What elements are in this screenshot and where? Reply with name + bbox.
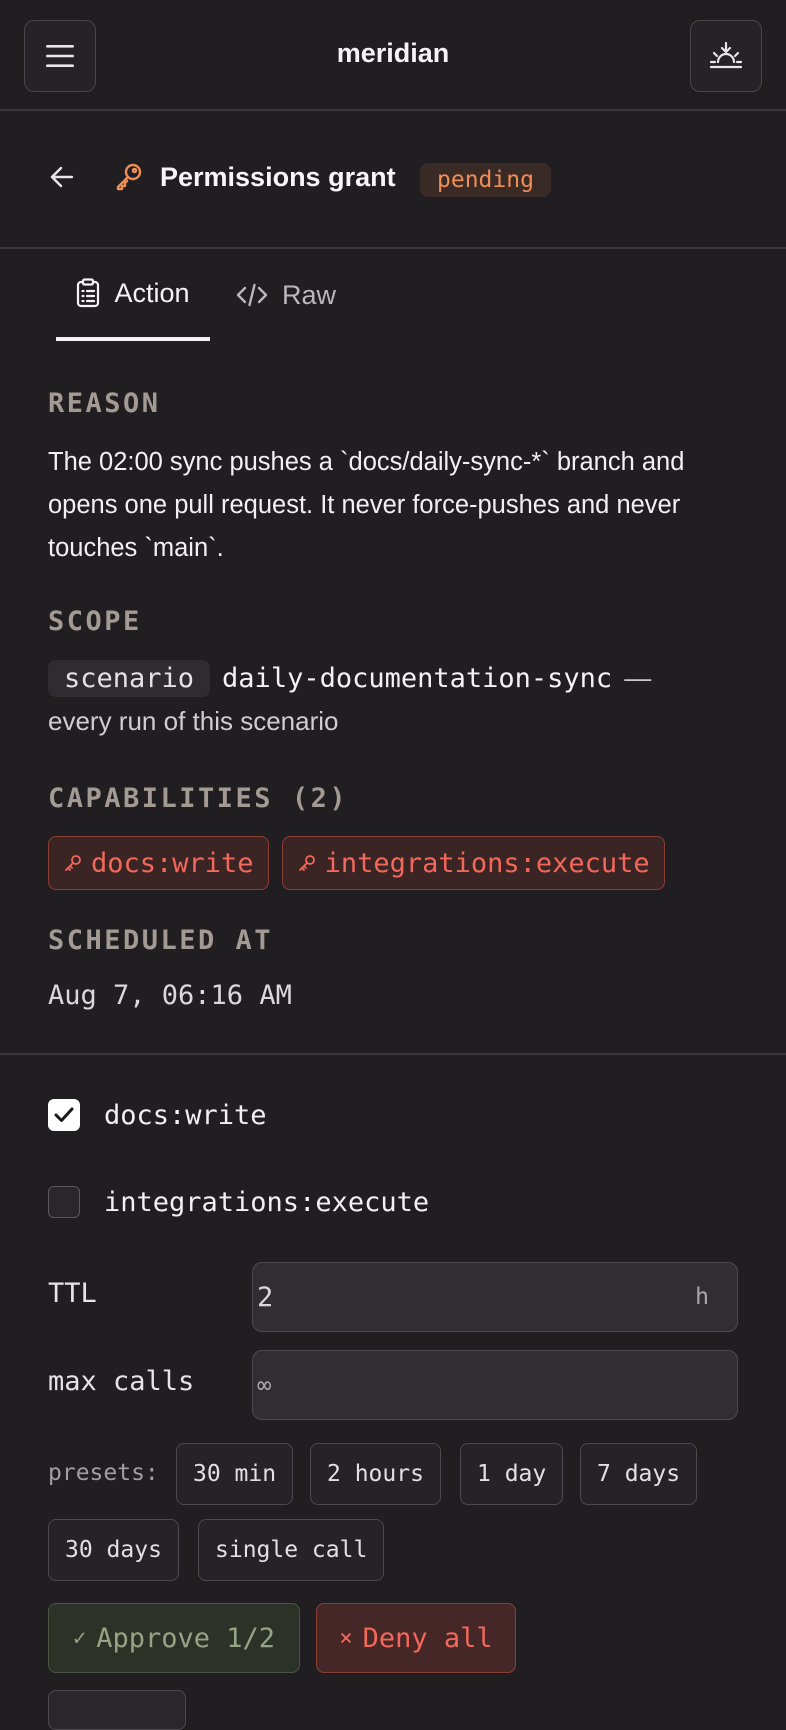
- ttl-value: 2: [257, 1281, 274, 1313]
- scope-description: every run of this scenario: [48, 706, 339, 736]
- check-icon: [54, 1107, 74, 1122]
- scheduled-label: SCHEDULED AT: [48, 925, 274, 956]
- sunrise-icon: [709, 41, 743, 69]
- tab-raw-label: Raw: [282, 279, 337, 310]
- capabilities-label: CAPABILITIES (2): [48, 783, 349, 814]
- scheduled-value: Aug 7, 06:16 AM: [48, 980, 292, 1011]
- grant-header: Permissions grant pending: [0, 111, 786, 249]
- reason-text: The 02:00 sync pushes a `docs/daily-sync…: [48, 448, 685, 562]
- preset-1-day-button[interactable]: 1 day: [460, 1443, 564, 1505]
- checkbox-unchecked[interactable]: [48, 1186, 80, 1218]
- app-title: meridian: [336, 38, 450, 68]
- capability-chip: integrations:execute: [281, 836, 665, 890]
- clipboard-icon: [77, 278, 100, 308]
- code-icon: [236, 283, 268, 307]
- check-icon: ✓: [72, 1625, 87, 1651]
- scope-label: SCOPE: [48, 606, 142, 637]
- key-icon: [298, 855, 315, 871]
- max-calls-value: ∞: [257, 1371, 272, 1399]
- reason-label: REASON: [48, 388, 161, 419]
- top-bar: meridian: [0, 0, 786, 111]
- key-icon: [116, 163, 142, 191]
- tab-action-label: Action: [114, 277, 190, 308]
- tab-raw[interactable]: Raw: [236, 249, 336, 341]
- ttl-input[interactable]: 2 h: [252, 1262, 738, 1332]
- approve-button[interactable]: ✓ Approve 1/2: [48, 1603, 300, 1673]
- checkbox-checked[interactable]: [48, 1099, 80, 1131]
- ttl-label: TTL: [48, 1278, 97, 1309]
- grant-option-label: integrations:execute: [104, 1186, 430, 1218]
- deny-all-button[interactable]: × Deny all: [316, 1603, 516, 1673]
- grant-option-integrations-execute[interactable]: integrations:execute: [48, 1186, 429, 1218]
- max-calls-input[interactable]: ∞: [252, 1350, 738, 1420]
- section-divider: [0, 1053, 786, 1055]
- grant-option-label: docs:write: [104, 1099, 267, 1131]
- cancel-button[interactable]: [48, 1690, 186, 1730]
- preset-30-days-button[interactable]: 30 days: [48, 1519, 179, 1581]
- page-title: Permissions grant: [160, 162, 396, 192]
- key-icon: [65, 855, 81, 871]
- approve-label: Approve 1/2: [96, 1622, 276, 1654]
- grant-option-docs-write[interactable]: docs:write: [48, 1099, 267, 1131]
- preset-7-days-button[interactable]: 7 days: [580, 1443, 698, 1505]
- ttl-unit: h: [695, 1284, 709, 1310]
- preset-single-call-button[interactable]: single call: [198, 1519, 385, 1581]
- presets-label: presets:: [48, 1460, 159, 1486]
- scope-name: daily-documentation-sync: [222, 663, 613, 694]
- theme-toggle-button[interactable]: [690, 20, 762, 92]
- capabilities-list: docs:write integrations:execute: [48, 836, 665, 890]
- deny-label: Deny all: [362, 1622, 493, 1654]
- scope-kind-tag: scenario: [48, 660, 211, 697]
- capability-label: integrations:execute: [324, 847, 650, 879]
- capability-chip: docs:write: [48, 836, 269, 890]
- tab-action[interactable]: Action: [56, 249, 210, 341]
- max-calls-label: max calls: [48, 1366, 195, 1397]
- scope-dash: —: [624, 663, 652, 693]
- capability-label: docs:write: [91, 847, 254, 879]
- scope-line: scenario daily-documentation-sync —: [48, 660, 748, 697]
- preset-30-min-button[interactable]: 30 min: [176, 1443, 294, 1505]
- preset-2-hours-button[interactable]: 2 hours: [310, 1443, 441, 1505]
- close-icon: ×: [339, 1625, 353, 1651]
- status-badge: pending: [420, 163, 551, 197]
- back-arrow-icon[interactable]: [48, 163, 76, 191]
